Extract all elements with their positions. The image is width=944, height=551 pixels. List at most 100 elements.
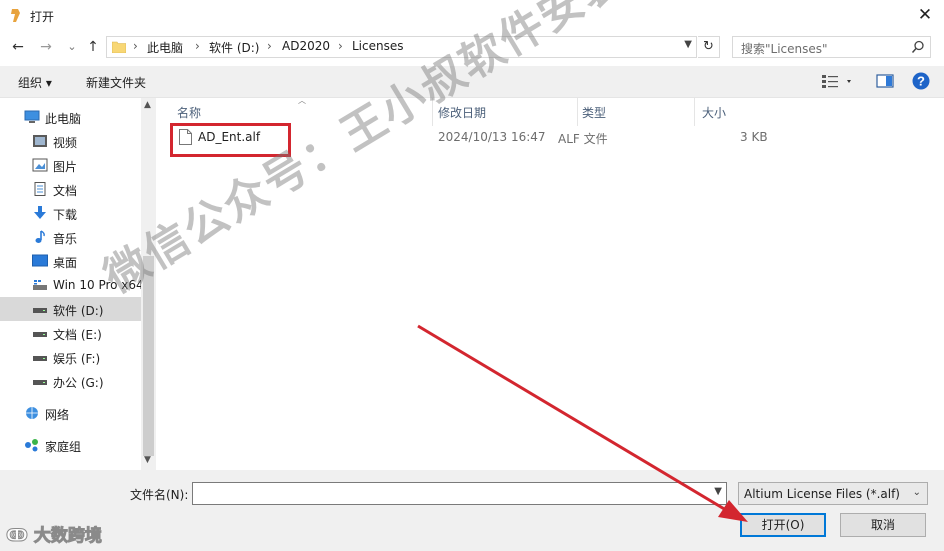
- column-divider[interactable]: [694, 98, 695, 126]
- computer-icon: [24, 110, 40, 123]
- column-header-size[interactable]: 大小: [702, 104, 726, 121]
- organize-button[interactable]: 组织 ▾: [18, 74, 52, 91]
- search-placeholder: 搜索"Licenses": [741, 42, 828, 56]
- sidebar-item-label: 娱乐 (F:): [53, 352, 101, 366]
- download-icon: [34, 206, 46, 219]
- sidebar-item-videos[interactable]: 视频: [0, 129, 141, 153]
- sidebar-item-label: 下载: [53, 208, 78, 222]
- breadcrumb-item-this-pc[interactable]: 此电脑: [147, 39, 183, 56]
- column-header-name[interactable]: 名称: [177, 104, 201, 121]
- sidebar-item-this-pc[interactable]: 此电脑: [0, 105, 141, 129]
- search-input[interactable]: 搜索"Licenses": [732, 36, 931, 58]
- sidebar-item-pictures[interactable]: 图片: [0, 153, 141, 177]
- filename-input[interactable]: ▼: [192, 482, 727, 505]
- file-type-filter-value: Altium License Files (*.alf): [744, 487, 900, 501]
- window-title: 打开: [30, 10, 55, 24]
- sidebar-item-drive-d[interactable]: 软件 (D:): [0, 297, 141, 321]
- drive-icon: [33, 280, 47, 290]
- breadcrumb-separator: ›: [133, 39, 138, 53]
- chevron-down-icon: ⌄: [912, 487, 921, 498]
- back-arrow-icon[interactable]: ←: [10, 38, 26, 56]
- sidebar-item-label: 家庭组: [45, 440, 82, 454]
- breadcrumb-item-ad2020[interactable]: AD2020: [282, 39, 330, 53]
- sidebar-scrollbar[interactable]: ▲ ▼: [141, 98, 156, 470]
- network-icon: [26, 407, 38, 419]
- title-bar: 打开 ✕: [0, 0, 944, 32]
- chevron-down-icon[interactable]: ▼: [684, 39, 692, 50]
- svg-text:?: ?: [917, 74, 925, 89]
- up-arrow-icon[interactable]: ↑: [85, 38, 101, 56]
- sidebar-item-drive-f[interactable]: 娱乐 (F:): [0, 345, 141, 369]
- sidebar-item-label: 办公 (G:): [53, 376, 104, 390]
- filename-label: 文件名(N):: [130, 488, 189, 502]
- sidebar-item-drive-e[interactable]: 文档 (E:): [0, 321, 141, 345]
- sidebar-item-label: 图片: [53, 160, 78, 174]
- refresh-icon[interactable]: ↻: [698, 36, 720, 58]
- navigation-pane: 此电脑 视频 图片 文档 下载 音乐 桌面 Win 10 Pro x64 软件 …: [0, 98, 156, 470]
- scrollbar-thumb[interactable]: [143, 256, 154, 456]
- column-divider[interactable]: [577, 98, 578, 126]
- sidebar-item-homegroup[interactable]: 家庭组: [0, 433, 141, 457]
- annotation-highlight-box: [170, 123, 291, 157]
- sidebar-item-network[interactable]: 网络: [0, 401, 141, 425]
- sidebar-item-drive-g[interactable]: 办公 (G:): [0, 369, 141, 393]
- desktop-icon: [32, 254, 48, 267]
- sidebar-item-desktop[interactable]: 桌面: [0, 249, 141, 273]
- breadcrumb-item-licenses[interactable]: Licenses: [352, 39, 404, 53]
- scroll-down-icon[interactable]: ▼: [144, 455, 151, 465]
- breadcrumb-item-drive-d[interactable]: 软件 (D:): [209, 39, 259, 56]
- drive-icon: [33, 380, 47, 385]
- address-bar[interactable]: › 此电脑 › 软件 (D:) › AD2020 › Licenses ▼: [106, 36, 697, 58]
- open-button[interactable]: 打开(O): [740, 513, 826, 537]
- sidebar-item-label: 桌面: [53, 256, 78, 270]
- file-size: 3 KB: [740, 130, 768, 144]
- preview-pane-icon[interactable]: [876, 73, 894, 89]
- sidebar-item-label: 文档: [53, 184, 78, 198]
- video-folder-icon: [33, 135, 47, 147]
- sidebar-item-label: 音乐: [53, 232, 78, 246]
- music-icon: [35, 230, 45, 243]
- sidebar-item-documents[interactable]: 文档: [0, 177, 141, 201]
- app-icon: [11, 9, 20, 22]
- sidebar-item-label: 文档 (E:): [53, 328, 102, 342]
- corner-logo-mark-icon: ↂ: [6, 526, 34, 547]
- forward-arrow-icon[interactable]: →: [38, 38, 54, 56]
- drive-icon: [33, 356, 47, 361]
- new-folder-button[interactable]: 新建文件夹: [86, 74, 146, 91]
- close-icon[interactable]: ✕: [916, 6, 934, 24]
- command-bar: 组织 ▾ 新建文件夹 ?: [0, 66, 944, 98]
- sidebar-item-label: 视频: [53, 136, 78, 150]
- breadcrumb-separator: ›: [338, 39, 343, 53]
- dialog-footer: 文件名(N): ▼ Altium License Files (*.alf) ⌄…: [0, 470, 944, 551]
- sidebar-item-downloads[interactable]: 下载: [0, 201, 141, 225]
- drive-icon: [33, 308, 47, 313]
- documents-folder-icon: [34, 182, 46, 196]
- file-type: ALF 文件: [558, 132, 608, 146]
- search-icon: [911, 40, 924, 53]
- homegroup-icon: [25, 439, 38, 452]
- corner-logo: ↂ 大数跨境: [6, 521, 103, 547]
- help-icon[interactable]: ?: [912, 72, 930, 90]
- sidebar-item-music[interactable]: 音乐: [0, 225, 141, 249]
- file-type-filter[interactable]: Altium License Files (*.alf) ⌄: [738, 482, 928, 505]
- sidebar-item-label: 此电脑: [45, 112, 82, 126]
- recent-locations-icon[interactable]: ⌄: [64, 38, 80, 56]
- cancel-button[interactable]: 取消: [840, 513, 926, 537]
- column-divider[interactable]: [432, 98, 433, 126]
- column-header-date[interactable]: 修改日期: [438, 104, 486, 121]
- view-options-icon[interactable]: [822, 73, 852, 89]
- corner-logo-text: 大数跨境: [33, 526, 102, 547]
- drive-icon: [33, 332, 47, 337]
- column-header-type[interactable]: 类型: [582, 104, 606, 121]
- file-date: 2024/10/13 16:47: [438, 130, 546, 144]
- sidebar-item-system-drive[interactable]: Win 10 Pro x64: [0, 273, 144, 297]
- breadcrumb-separator: ›: [267, 39, 272, 53]
- sidebar-item-label: Win 10 Pro x64: [53, 278, 144, 292]
- scroll-up-icon[interactable]: ▲: [144, 100, 151, 110]
- sidebar-item-label: 软件 (D:): [53, 304, 104, 318]
- breadcrumb-separator: ›: [195, 39, 200, 53]
- chevron-down-icon[interactable]: ▼: [714, 486, 722, 497]
- pictures-folder-icon: [32, 158, 48, 172]
- sort-ascending-icon: ︿: [298, 96, 306, 105]
- sidebar-item-label: 网络: [45, 408, 70, 422]
